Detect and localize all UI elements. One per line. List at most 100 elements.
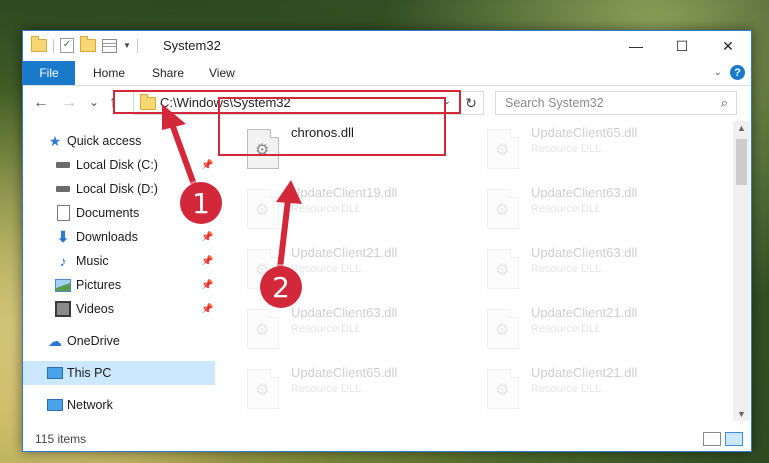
tab-share[interactable]: Share <box>152 61 184 85</box>
file-name: UpdateClient21.dll <box>531 305 638 320</box>
properties-icon[interactable] <box>102 38 117 53</box>
pin-icon[interactable]: 📌 <box>201 232 213 243</box>
sidebar-item-label: Documents <box>76 206 140 220</box>
sidebar-item-label: Pictures <box>76 278 122 292</box>
sidebar-item-label: Music <box>76 254 109 268</box>
recent-locations-button[interactable]: ⌄ <box>89 95 99 109</box>
drive-icon <box>55 157 71 173</box>
gear-icon: ⚙ <box>495 382 510 399</box>
tab-file[interactable]: File <box>23 61 75 85</box>
file-name: UpdateClient21.dll <box>291 245 398 260</box>
file-name: UpdateClient63.dll <box>531 185 638 200</box>
file-item[interactable]: ⚙ UpdateClient65.dll Resource DLL <box>219 361 449 413</box>
file-name: UpdateClient21.dll <box>531 365 638 380</box>
sidebar-item-label: Downloads <box>76 230 138 244</box>
pin-icon[interactable]: 📌 <box>201 160 213 171</box>
status-bar: 115 items <box>23 427 751 451</box>
cloud-icon: ☁ <box>48 332 62 349</box>
sidebar-item-label: This PC <box>67 366 112 380</box>
file-item[interactable]: ⚙ UpdateClient63.dll Resource DLL <box>459 181 689 233</box>
sidebar-item-downloads[interactable]: ⬇ Downloads 📌 <box>23 225 215 249</box>
search-placeholder: Search System32 <box>505 96 604 110</box>
scroll-thumb[interactable] <box>736 139 747 185</box>
file-type: Resource DLL <box>531 263 602 275</box>
videos-icon <box>55 301 71 317</box>
help-icon[interactable]: ? <box>730 65 745 80</box>
title-bar: ✓ ▼ System32 — ☐ ✕ <box>23 31 751 61</box>
pictures-icon <box>55 277 71 293</box>
view-switcher <box>703 432 743 446</box>
sidebar-item-local-disk-c[interactable]: Local Disk (C:) 📌 <box>23 153 215 177</box>
gear-icon: ⚙ <box>255 322 270 339</box>
sidebar-item-label: Network <box>67 398 113 412</box>
file-type: Resource DLL <box>531 323 602 335</box>
file-name: UpdateClient19.dll <box>291 185 398 200</box>
sidebar-item-label: OneDrive <box>67 334 120 348</box>
gear-icon: ⚙ <box>495 142 510 159</box>
close-button[interactable]: ✕ <box>705 31 751 61</box>
large-icons-view-button[interactable] <box>725 432 743 446</box>
window-controls: — ☐ ✕ <box>613 31 751 61</box>
file-name: UpdateClient63.dll <box>531 245 638 260</box>
sidebar-item-music[interactable]: ♪ Music 📌 <box>23 249 215 273</box>
computer-icon <box>47 365 63 381</box>
scroll-up-arrow-icon[interactable]: ▲ <box>737 123 746 133</box>
gear-icon: ⚙ <box>495 262 510 279</box>
file-item[interactable]: ⚙ UpdateClient63.dll Resource DLL <box>219 301 449 353</box>
tab-home[interactable]: Home <box>93 61 125 85</box>
star-icon: ★ <box>48 132 62 149</box>
sidebar-item-label: Local Disk (C:) <box>76 158 158 172</box>
sidebar-item-onedrive[interactable]: ☁ OneDrive <box>23 329 215 353</box>
ribbon-right-controls: ⌄ ? <box>714 65 745 80</box>
sidebar-item-label: Local Disk (D:) <box>76 182 158 196</box>
tab-view[interactable]: View <box>209 61 235 85</box>
sidebar-item-videos[interactable]: Videos 📌 <box>23 297 215 321</box>
sidebar-item-this-pc[interactable]: This PC <box>23 361 215 385</box>
maximize-button[interactable]: ☐ <box>659 31 705 61</box>
folder-icon <box>31 36 47 52</box>
file-item[interactable]: ⚙ UpdateClient63.dll Resource DLL <box>459 241 689 293</box>
step-badge-2: 2 <box>260 266 302 308</box>
file-item[interactable]: ⚙ UpdateClient65.dll Resource DLL <box>459 121 689 173</box>
sidebar-item-label: Videos <box>76 302 114 316</box>
vertical-scrollbar[interactable]: ▲ ▼ <box>733 121 750 421</box>
back-button[interactable]: ← <box>33 94 49 112</box>
music-icon: ♪ <box>59 253 67 269</box>
file-highlight-box <box>218 97 446 156</box>
documents-icon <box>55 205 71 221</box>
navigation-pane: ★ Quick access Local Disk (C:) 📌 Local D… <box>23 121 215 421</box>
details-view-button[interactable] <box>703 432 721 446</box>
downloads-icon: ⬇ <box>56 229 70 246</box>
file-item[interactable]: ⚙ UpdateClient21.dll Resource DLL <box>219 241 449 293</box>
file-type: Resource DLL <box>291 263 362 275</box>
sidebar-item-label: Quick access <box>67 134 142 148</box>
pin-icon[interactable]: 📌 <box>201 280 213 291</box>
quick-access-toolbar: ✓ ▼ <box>31 36 138 53</box>
refresh-button[interactable]: ↻ <box>459 91 484 115</box>
file-type: Resource DLL <box>291 203 362 215</box>
pin-icon[interactable]: 📌 <box>201 304 213 315</box>
file-item[interactable]: ⚙ UpdateClient21.dll Resource DLL <box>459 361 689 413</box>
pin-icon[interactable]: 📌 <box>201 256 213 267</box>
search-icon: ⌕ <box>720 95 728 110</box>
customize-toolbar-chevron-icon[interactable]: ▼ <box>123 41 131 50</box>
drive-icon <box>55 181 71 197</box>
forward-button[interactable]: → <box>61 94 77 112</box>
scroll-down-arrow-icon[interactable]: ▼ <box>737 409 746 419</box>
expand-ribbon-chevron-icon[interactable]: ⌄ <box>714 67 722 78</box>
file-type: Resource DLL <box>531 203 602 215</box>
sidebar-item-network[interactable]: Network <box>23 393 215 417</box>
ribbon-tabs: File Home Share View ⌄ ? <box>23 61 751 86</box>
sidebar-item-pictures[interactable]: Pictures 📌 <box>23 273 215 297</box>
gear-icon: ⚙ <box>255 202 270 219</box>
file-item[interactable]: ⚙ UpdateClient21.dll Resource DLL <box>459 301 689 353</box>
gear-icon: ⚙ <box>495 202 510 219</box>
file-item[interactable]: ⚙ UpdateClient19.dll Resource DLL <box>219 181 449 233</box>
properties-check-icon[interactable]: ✓ <box>60 38 74 53</box>
file-type: Resource DLL <box>291 323 362 335</box>
search-input[interactable]: Search System32 ⌕ <box>495 91 737 115</box>
minimize-button[interactable]: — <box>613 31 659 61</box>
new-folder-icon[interactable] <box>80 36 96 52</box>
sidebar-item-quick-access[interactable]: ★ Quick access <box>23 129 215 153</box>
toolbar-divider <box>136 38 138 53</box>
